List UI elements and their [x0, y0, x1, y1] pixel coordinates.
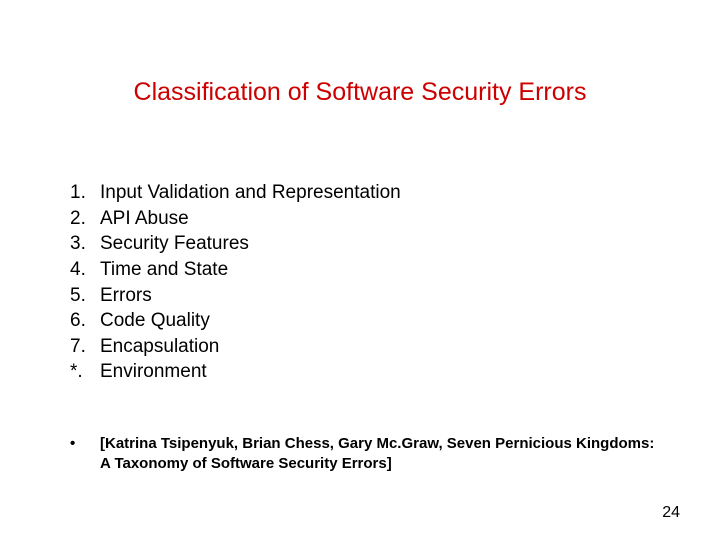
list-marker: 7.: [70, 334, 100, 360]
list-item: 6. Code Quality: [70, 308, 401, 334]
page-number: 24: [662, 504, 680, 522]
list-text: Code Quality: [100, 308, 210, 334]
list-marker: 1.: [70, 180, 100, 206]
list-item: 2. API Abuse: [70, 206, 401, 232]
list-item: 3. Security Features: [70, 231, 401, 257]
list-text: Encapsulation: [100, 334, 219, 360]
list-marker: *.: [70, 359, 100, 385]
list-marker: 6.: [70, 308, 100, 334]
bullet-icon: •: [70, 434, 100, 475]
list-text: Input Validation and Representation: [100, 180, 401, 206]
classification-list: 1. Input Validation and Representation 2…: [70, 180, 401, 385]
list-marker: 5.: [70, 283, 100, 309]
list-text: Environment: [100, 359, 207, 385]
list-text: Security Features: [100, 231, 249, 257]
list-text: Errors: [100, 283, 152, 309]
list-text: Time and State: [100, 257, 228, 283]
list-marker: 4.: [70, 257, 100, 283]
list-item: 5. Errors: [70, 283, 401, 309]
list-marker: 2.: [70, 206, 100, 232]
slide-title: Classification of Software Security Erro…: [0, 78, 720, 107]
list-text: API Abuse: [100, 206, 189, 232]
list-item: 4. Time and State: [70, 257, 401, 283]
list-item: *. Environment: [70, 359, 401, 385]
citation: • [Katrina Tsipenyuk, Brian Chess, Gary …: [70, 434, 660, 475]
list-marker: 3.: [70, 231, 100, 257]
list-item: 1. Input Validation and Representation: [70, 180, 401, 206]
slide: Classification of Software Security Erro…: [0, 0, 720, 540]
citation-text: [Katrina Tsipenyuk, Brian Chess, Gary Mc…: [100, 434, 660, 475]
list-item: 7. Encapsulation: [70, 334, 401, 360]
